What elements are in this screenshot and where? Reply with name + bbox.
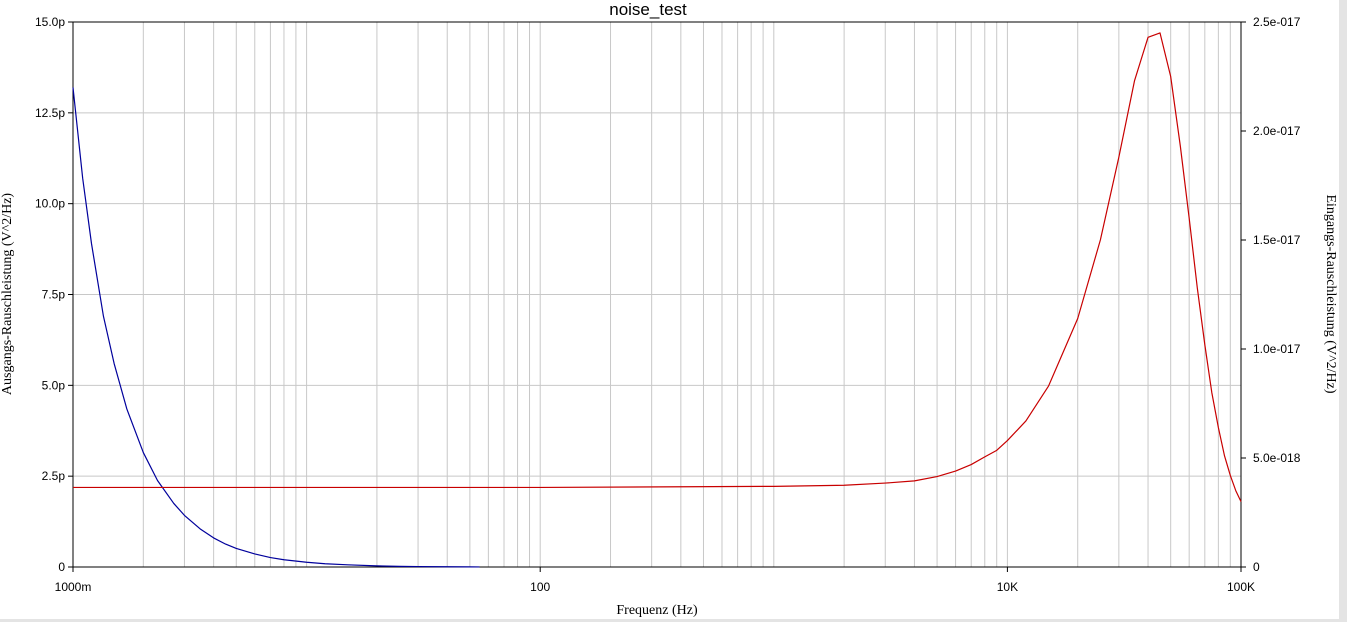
y-axis-right-label: Eingangs-Rauschleistung (V^2/Hz) [1323, 194, 1338, 393]
x-tick-label: 100K [1227, 580, 1255, 594]
x-tick-label: 1000m [55, 580, 92, 594]
x-tick-label: 100 [530, 580, 550, 594]
y-left-tick-label: 7.5p [42, 288, 66, 302]
y-left-tick-label: 15.0p [35, 15, 65, 29]
chart-title: noise_test [609, 0, 687, 19]
y-right-tick-label: 2.5e-017 [1253, 15, 1301, 29]
y-right-tick-label: 2.0e-017 [1253, 124, 1301, 138]
y-left-tick-label: 0 [58, 560, 65, 574]
window-edge-right [1339, 0, 1347, 622]
y-left-tick-label: 12.5p [35, 106, 65, 120]
plot-window: 0 2.5p 5.0p 7.5p 10.0p 12.5p 15.0p 0 5.0e-018 1.0… [0, 0, 1347, 622]
y-left-tick-label: 5.0p [42, 378, 66, 392]
y-right-tick-label: 1.5e-017 [1253, 233, 1301, 247]
noise-chart: 0 2.5p 5.0p 7.5p 10.0p 12.5p 15.0p 0 5.0e-018 1.0… [0, 0, 1338, 618]
y-axis-left-label: Ausgangs-Rauschleistung (V^2/Hz) [0, 193, 15, 395]
y-right-tick-label: 0 [1253, 560, 1260, 574]
y-left-tick-label: 10.0p [35, 197, 65, 211]
y-right-tick-label: 5.0e-018 [1253, 451, 1301, 465]
x-axis-label: Frequenz (Hz) [616, 603, 698, 618]
x-tick-label: 10K [997, 580, 1018, 594]
y-right-tick-label: 1.0e-017 [1253, 342, 1301, 356]
y-left-tick-label: 2.5p [42, 469, 66, 483]
